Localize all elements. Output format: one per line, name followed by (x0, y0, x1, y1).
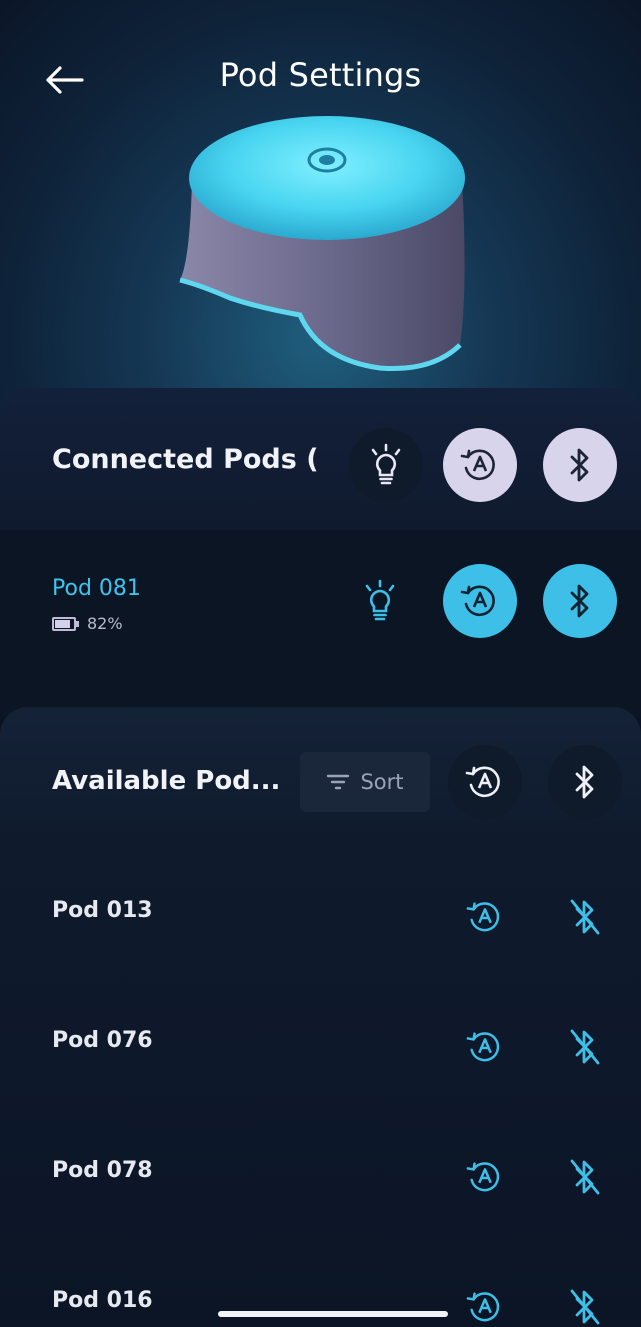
pod-device-image (179, 116, 465, 371)
bluetooth-disabled-icon (570, 1159, 600, 1195)
pod-light-button[interactable] (343, 564, 417, 638)
available-pod-name[interactable]: Pod 078 (52, 1158, 153, 1183)
filter-icon (327, 774, 350, 790)
connected-pods-section (0, 388, 641, 718)
available-pod-bluetooth-button[interactable] (548, 1010, 622, 1084)
page-title: Pod Settings (219, 56, 422, 94)
available-pod-name[interactable]: Pod 016 (52, 1288, 153, 1313)
lightbulb-icon (365, 579, 395, 621)
battery-percent: 82% (87, 614, 123, 633)
bluetooth-disabled-icon (570, 1029, 600, 1065)
bluetooth-disabled-icon (570, 899, 600, 935)
battery-indicator: 82% (52, 614, 123, 633)
auto-rotate-icon (466, 902, 500, 932)
connected-pods-title: Connected Pods ( (52, 444, 319, 475)
sort-button[interactable]: Sort (300, 752, 430, 812)
available-pod-bluetooth-button[interactable] (548, 1140, 622, 1214)
available-pod-auto-button[interactable] (448, 1140, 522, 1214)
auto-all-button[interactable] (443, 428, 517, 502)
auto-rotate-icon (466, 1032, 500, 1062)
auto-rotate-icon (465, 766, 500, 798)
available-bluetooth-all-button[interactable] (548, 745, 622, 819)
available-auto-all-button[interactable] (448, 745, 522, 819)
bluetooth-icon (575, 765, 594, 799)
pod-bluetooth-button[interactable] (543, 564, 617, 638)
auto-rotate-icon (460, 585, 495, 617)
available-pod-bluetooth-button[interactable] (548, 880, 622, 954)
pod-auto-button[interactable] (443, 564, 517, 638)
hero-banner: Pod Settings (0, 0, 641, 420)
available-pod-auto-button[interactable] (448, 880, 522, 954)
auto-rotate-icon (466, 1292, 500, 1322)
available-pod-name[interactable]: Pod 076 (52, 1028, 153, 1053)
auto-rotate-icon (466, 1162, 500, 1192)
connected-pod-name[interactable]: Pod 081 (52, 576, 141, 601)
available-pods-title: Available Pod... (52, 766, 281, 796)
auto-rotate-icon (460, 449, 495, 481)
light-all-button[interactable] (349, 428, 423, 502)
available-pod-name[interactable]: Pod 013 (52, 898, 153, 923)
home-indicator (218, 1311, 448, 1317)
lightbulb-icon (371, 443, 401, 485)
battery-icon (52, 616, 76, 631)
sort-label: Sort (360, 770, 404, 794)
available-pod-auto-button[interactable] (448, 1010, 522, 1084)
bluetooth-icon (570, 448, 589, 482)
bluetooth-all-button[interactable] (543, 428, 617, 502)
bluetooth-disabled-icon (570, 1289, 600, 1325)
bluetooth-icon (570, 584, 589, 618)
